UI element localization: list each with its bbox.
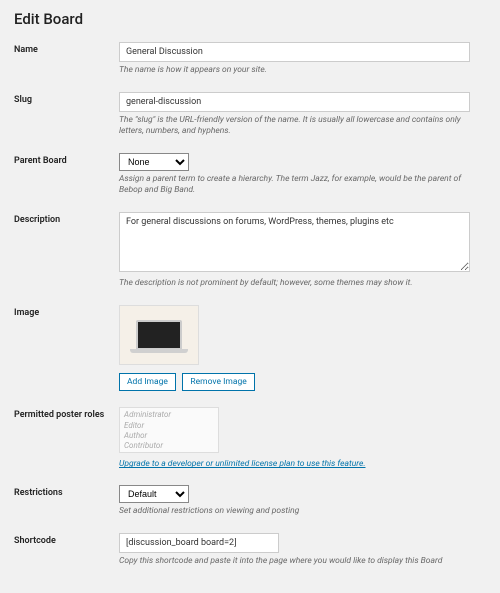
- image-label: Image: [14, 305, 119, 391]
- name-input[interactable]: [119, 42, 470, 62]
- name-hint: The name is how it appears on your site.: [119, 65, 470, 76]
- restrictions-select[interactable]: Default: [119, 485, 189, 503]
- laptop-icon: [136, 320, 182, 350]
- parent-select[interactable]: None: [119, 153, 189, 171]
- shortcode-hint: Copy this shortcode and paste it into th…: [119, 556, 470, 567]
- roles-listbox: Administrator Editor Author Contributor: [119, 407, 219, 453]
- roles-label: Permitted poster roles: [14, 407, 119, 469]
- add-image-button[interactable]: Add Image: [119, 373, 176, 391]
- shortcode-input[interactable]: [119, 533, 279, 553]
- parent-hint: Assign a parent term to create a hierarc…: [119, 174, 470, 196]
- restrictions-label: Restrictions: [14, 485, 119, 517]
- role-option: Editor: [124, 421, 214, 431]
- role-option: Author: [124, 431, 214, 441]
- slug-hint: The "slug" is the URL-friendly version o…: [119, 115, 470, 137]
- description-textarea[interactable]: For general discussions on forums, WordP…: [119, 212, 470, 272]
- role-option: Administrator: [124, 410, 214, 420]
- role-option: Contributor: [124, 441, 214, 451]
- parent-label: Parent Board: [14, 153, 119, 196]
- page-title: Edit Board: [14, 10, 486, 28]
- image-thumbnail[interactable]: [119, 305, 199, 365]
- name-label: Name: [14, 42, 119, 76]
- description-label: Description: [14, 212, 119, 289]
- description-hint: The description is not prominent by defa…: [119, 278, 470, 289]
- restrictions-hint: Set additional restrictions on viewing a…: [119, 506, 470, 517]
- remove-image-button[interactable]: Remove Image: [182, 373, 254, 391]
- slug-input[interactable]: [119, 92, 470, 112]
- shortcode-label: Shortcode: [14, 533, 119, 567]
- slug-label: Slug: [14, 92, 119, 137]
- roles-upsell-link[interactable]: Upgrade to a developer or unlimited lice…: [119, 459, 366, 469]
